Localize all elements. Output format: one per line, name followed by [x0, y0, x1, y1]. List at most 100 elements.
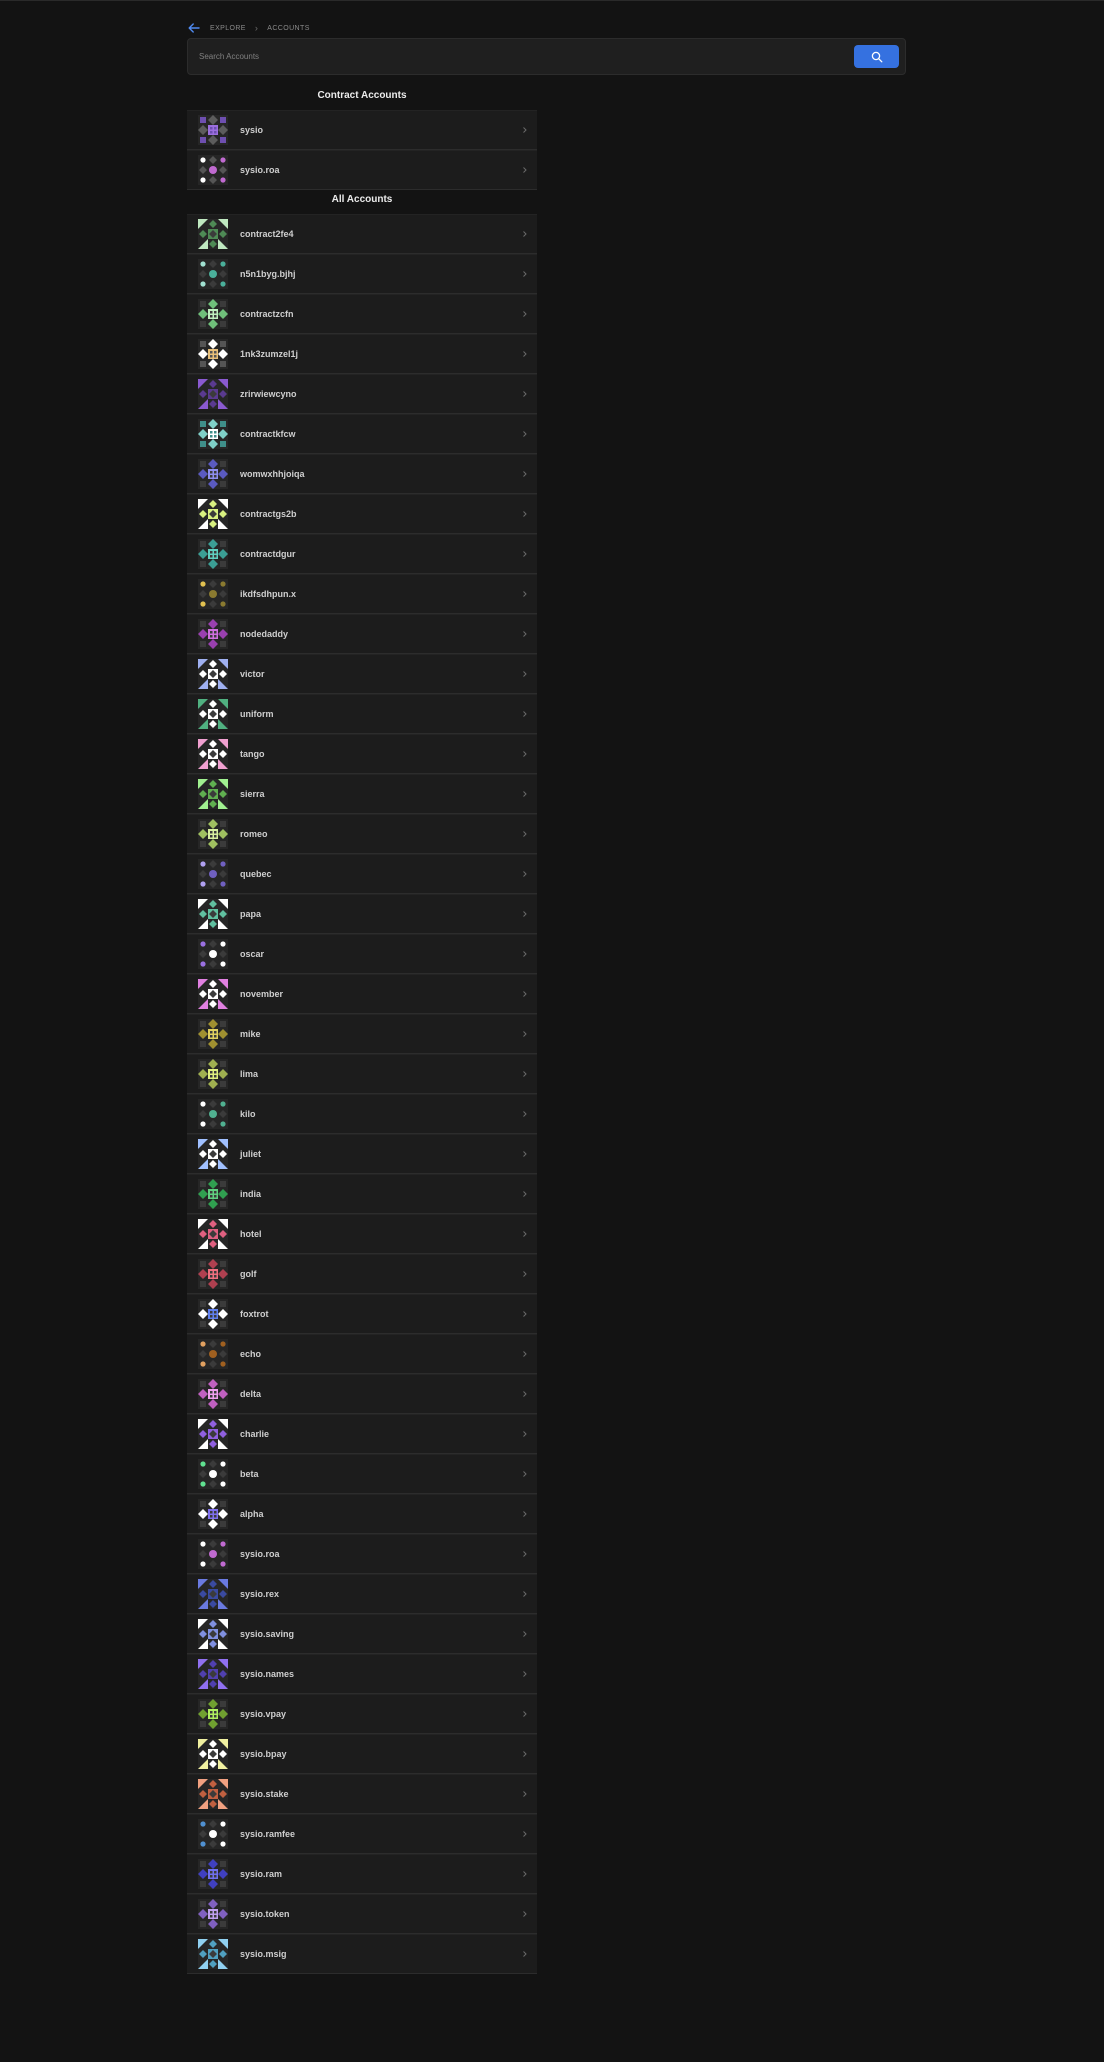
- chevron-right-icon: [523, 471, 527, 477]
- chevron-right-icon: [523, 511, 527, 517]
- chevron-right-icon: [523, 1391, 527, 1397]
- chevron-right-icon: [523, 791, 527, 797]
- chevron-right-icon: [523, 1351, 527, 1357]
- account-row[interactable]: contractzcfn: [187, 294, 537, 334]
- account-identicon-icon: [198, 979, 228, 1009]
- account-row[interactable]: lima: [187, 1054, 537, 1094]
- account-name: golf: [240, 1269, 257, 1279]
- account-identicon-icon: [198, 1299, 228, 1329]
- account-row[interactable]: charlie: [187, 1414, 537, 1454]
- account-name: lima: [240, 1069, 259, 1079]
- account-row[interactable]: zrirwiewcyno: [187, 374, 537, 414]
- account-identicon-icon: [198, 659, 228, 689]
- account-row[interactable]: oscar: [187, 934, 537, 974]
- account-name: sysio.ram: [240, 1869, 283, 1879]
- breadcrumb-accounts[interactable]: ACCOUNTS: [267, 25, 309, 32]
- account-identicon-icon: [198, 819, 228, 849]
- account-row[interactable]: november: [187, 974, 537, 1014]
- account-row[interactable]: beta: [187, 1454, 537, 1494]
- account-identicon-icon: [198, 1819, 228, 1849]
- chevron-right-icon: [523, 1471, 527, 1477]
- account-row[interactable]: 1nk3zumzel1j: [187, 334, 537, 374]
- account-row[interactable]: sysio.ram: [187, 1854, 537, 1894]
- account-row[interactable]: tango: [187, 734, 537, 774]
- chevron-right-icon: [523, 591, 527, 597]
- account-row[interactable]: sysio.stake: [187, 1774, 537, 1814]
- account-row[interactable]: sierra: [187, 774, 537, 814]
- account-row[interactable]: n5n1byg.bjhj: [187, 254, 537, 294]
- back-button[interactable]: [187, 21, 201, 35]
- account-identicon-icon: [198, 1019, 228, 1049]
- account-name: womwxhhjoiqa: [240, 469, 305, 479]
- account-row[interactable]: sysio.roa: [187, 1534, 537, 1574]
- chevron-right-icon: [523, 1271, 527, 1277]
- account-row[interactable]: uniform: [187, 694, 537, 734]
- account-identicon-icon: [198, 1779, 228, 1809]
- chevron-right-icon: [523, 351, 527, 357]
- account-row[interactable]: sysio.names: [187, 1654, 537, 1694]
- chevron-right-icon: [523, 711, 527, 717]
- account-row[interactable]: nodedaddy: [187, 614, 537, 654]
- account-name: zrirwiewcyno: [240, 389, 297, 399]
- account-row[interactable]: sysio.roa: [187, 150, 537, 190]
- account-row[interactable]: contractdgur: [187, 534, 537, 574]
- account-name: november: [240, 989, 284, 999]
- account-row[interactable]: delta: [187, 1374, 537, 1414]
- account-name: sysio.roa: [240, 165, 280, 175]
- account-row[interactable]: india: [187, 1174, 537, 1214]
- chevron-right-icon: [523, 1031, 527, 1037]
- account-identicon-icon: [198, 1499, 228, 1529]
- account-row[interactable]: quebec: [187, 854, 537, 894]
- account-row[interactable]: sysio.rex: [187, 1574, 537, 1614]
- chevron-right-icon: [523, 1911, 527, 1917]
- breadcrumb-separator: ›: [254, 23, 259, 33]
- account-row[interactable]: sysio.vpay: [187, 1694, 537, 1734]
- account-row[interactable]: golf: [187, 1254, 537, 1294]
- account-row[interactable]: sysio.saving: [187, 1614, 537, 1654]
- chevron-right-icon: [523, 1711, 527, 1717]
- search-button[interactable]: [854, 45, 899, 68]
- account-row[interactable]: echo: [187, 1334, 537, 1374]
- breadcrumb-explore[interactable]: EXPLORE: [210, 25, 246, 32]
- account-name: foxtrot: [240, 1309, 269, 1319]
- chevron-right-icon: [523, 1111, 527, 1117]
- account-row[interactable]: victor: [187, 654, 537, 694]
- account-row[interactable]: alpha: [187, 1494, 537, 1534]
- account-row[interactable]: hotel: [187, 1214, 537, 1254]
- account-row[interactable]: womwxhhjoiqa: [187, 454, 537, 494]
- account-name: oscar: [240, 949, 265, 959]
- account-row[interactable]: sysio.ramfee: [187, 1814, 537, 1854]
- account-name: sysio.ramfee: [240, 1829, 296, 1839]
- account-row[interactable]: ikdfsdhpun.x: [187, 574, 537, 614]
- account-row[interactable]: sysio.token: [187, 1894, 537, 1934]
- search-input[interactable]: [188, 51, 854, 62]
- account-identicon-icon: [198, 939, 228, 969]
- account-row[interactable]: mike: [187, 1014, 537, 1054]
- chevron-right-icon: [523, 951, 527, 957]
- account-name: sysio: [240, 125, 264, 135]
- account-identicon-icon: [198, 339, 228, 369]
- chevron-right-icon: [523, 1551, 527, 1557]
- account-name: hotel: [240, 1229, 262, 1239]
- account-name: delta: [240, 1389, 262, 1399]
- account-row[interactable]: sysio: [187, 110, 537, 150]
- account-name: n5n1byg.bjhj: [240, 269, 296, 279]
- account-row[interactable]: contractgs2b: [187, 494, 537, 534]
- account-row[interactable]: papa: [187, 894, 537, 934]
- account-identicon-icon: [198, 619, 228, 649]
- account-row[interactable]: contractkfcw: [187, 414, 537, 454]
- account-name: contractgs2b: [240, 509, 297, 519]
- account-row[interactable]: kilo: [187, 1094, 537, 1134]
- account-row[interactable]: romeo: [187, 814, 537, 854]
- account-identicon-icon: [198, 1899, 228, 1929]
- account-name: nodedaddy: [240, 629, 289, 639]
- account-identicon-icon: [198, 155, 228, 185]
- account-identicon-icon: [198, 299, 228, 329]
- account-row[interactable]: sysio.msig: [187, 1934, 537, 1974]
- account-row[interactable]: juliet: [187, 1134, 537, 1174]
- chevron-right-icon: [523, 1071, 527, 1077]
- account-row[interactable]: sysio.bpay: [187, 1734, 537, 1774]
- chevron-right-icon: [523, 1791, 527, 1797]
- account-row[interactable]: foxtrot: [187, 1294, 537, 1334]
- account-row[interactable]: contract2fe4: [187, 214, 537, 254]
